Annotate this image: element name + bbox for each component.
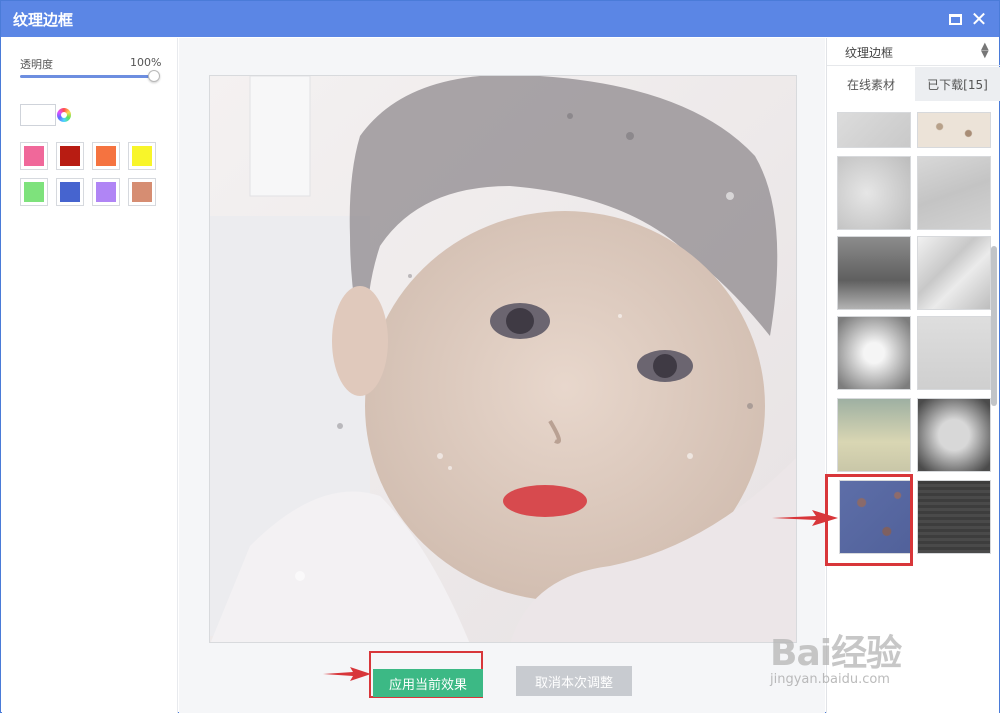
opacity-value: 100% <box>130 56 162 69</box>
texture-thumbnail[interactable] <box>837 156 911 230</box>
color-swatch-fill <box>96 146 116 166</box>
watermark-url: jingyan.baidu.com <box>770 672 890 687</box>
selected-texture-highlight <box>825 474 913 566</box>
texture-thumbnail[interactable] <box>837 316 911 390</box>
opacity-label: 透明度 <box>20 58 53 71</box>
color-swatch[interactable] <box>20 142 48 170</box>
watermark-brand: Bai经验 <box>770 633 902 674</box>
texture-thumbnail[interactable] <box>837 398 911 472</box>
color-swatch-fill <box>132 182 152 202</box>
dialog-title: 纹理边框 <box>13 11 74 29</box>
photo-preview <box>209 75 797 643</box>
scrollbar-thumb[interactable] <box>991 246 997 406</box>
source-tabs: 在线素材 已下载[15] <box>827 67 1000 101</box>
close-button[interactable]: ✕ <box>969 9 989 29</box>
opacity-slider-handle[interactable] <box>148 70 160 82</box>
sort-arrows-icon: ▲ ▼ <box>981 41 989 60</box>
tab-online-materials[interactable]: 在线素材 <box>827 67 915 101</box>
texture-thumbnail[interactable] <box>917 156 991 230</box>
category-dropdown-value: 纹理边框 <box>845 46 894 60</box>
texture-thumbnail[interactable] <box>917 480 991 554</box>
texture-thumbnail[interactable] <box>917 398 991 472</box>
custom-color-box[interactable] <box>20 104 56 126</box>
texture-border-dialog: 纹理边框 ✕ 透明度 100% 应用当前效果 取消本次调整 纹理边框 ▲ ▼ 在… <box>0 0 1000 713</box>
color-wheel-icon[interactable] <box>57 108 71 122</box>
maximize-button[interactable] <box>945 9 965 29</box>
maximize-icon <box>948 13 962 25</box>
texture-thumbnail[interactable] <box>917 112 991 148</box>
color-swatch-fill <box>24 146 44 166</box>
category-dropdown[interactable]: 纹理边框 ▲ ▼ <box>827 38 1000 66</box>
baidu-jingyan-watermark: Bai经验 jingyan.baidu.com <box>770 624 960 694</box>
texture-thumbnail[interactable] <box>917 316 991 390</box>
texture-thumbnail[interactable] <box>837 236 911 310</box>
apply-effect-button[interactable]: 应用当前效果 <box>373 669 483 697</box>
preview-area: 应用当前效果 取消本次调整 <box>179 38 825 713</box>
tab-downloaded[interactable]: 已下载[15] <box>915 67 1000 101</box>
title-bar: 纹理边框 ✕ <box>1 1 999 37</box>
color-swatch-fill <box>96 182 116 202</box>
color-swatch-fill <box>60 146 80 166</box>
color-swatch-fill <box>132 146 152 166</box>
texture-thumbnail[interactable] <box>917 236 991 310</box>
color-swatch[interactable] <box>92 142 120 170</box>
color-swatch[interactable] <box>92 178 120 206</box>
cancel-adjustment-button[interactable]: 取消本次调整 <box>516 666 632 696</box>
texture-thumbnail[interactable] <box>837 112 911 148</box>
color-swatch-fill <box>60 182 80 202</box>
color-swatch[interactable] <box>56 178 84 206</box>
opacity-slider-track[interactable] <box>20 75 156 78</box>
pointer-arrow-icon <box>772 510 838 526</box>
close-icon: ✕ <box>970 7 988 31</box>
color-swatch[interactable] <box>128 178 156 206</box>
color-swatch-fill <box>24 182 44 202</box>
thumbnail-scrollbar[interactable] <box>990 112 998 564</box>
color-settings-panel: 透明度 100% <box>2 38 178 713</box>
color-swatch[interactable] <box>128 142 156 170</box>
color-swatch[interactable] <box>56 142 84 170</box>
pointer-arrow-icon <box>323 667 371 681</box>
color-swatch[interactable] <box>20 178 48 206</box>
photo-with-texture-image <box>210 76 796 642</box>
texture-library-panel: 纹理边框 ▲ ▼ 在线素材 已下载[15] <box>825 38 1000 713</box>
